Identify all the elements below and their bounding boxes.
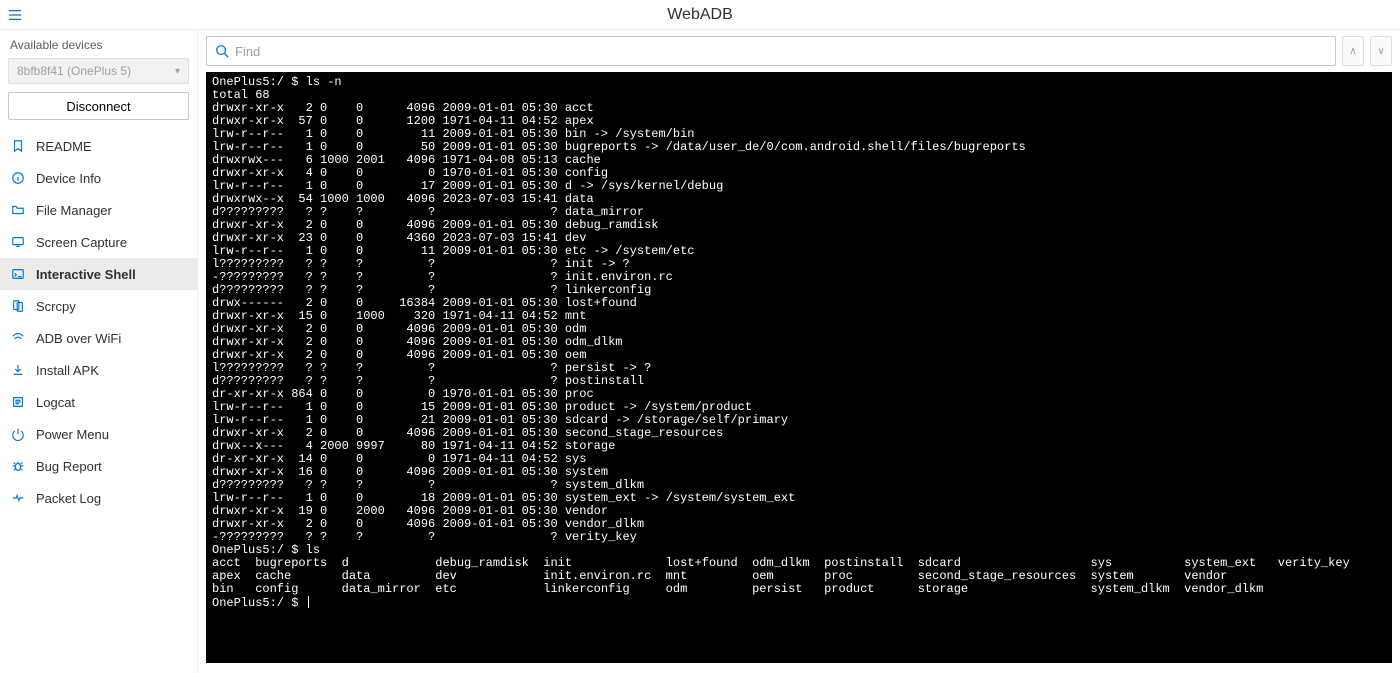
sidebar-item-adb-over-wifi[interactable]: ADB over WiFi [0,322,197,354]
sidebar-item-install-apk[interactable]: Install APK [0,354,197,386]
sidebar-item-power-menu[interactable]: Power Menu [0,418,197,450]
available-devices-label: Available devices [0,34,197,58]
search-icon [215,44,229,58]
screen-icon [10,234,26,250]
disconnect-button[interactable]: Disconnect [8,92,189,120]
sidebar-item-label: Packet Log [36,491,101,506]
sidebar-item-label: Power Menu [36,427,109,442]
terminal[interactable]: OnePlus5:/ $ ls -n total 68 drwxr-xr-x 2… [206,72,1392,663]
sidebar-nav: README Device Info File Manager Screen Capt… [0,130,197,673]
bookmark-icon [10,138,26,154]
sidebar-item-scrcpy[interactable]: Scrcpy [0,290,197,322]
find-input-wrap[interactable] [206,36,1336,66]
hamburger-menu-button[interactable] [0,0,30,30]
log-icon [10,394,26,410]
packet-icon [10,490,26,506]
sidebar-item-label: Device Info [36,171,101,186]
sidebar: Available devices 8bfb8f41 (OnePlus 5) ▾… [0,30,198,673]
topbar: WebADB [0,0,1400,30]
info-icon [10,170,26,186]
sidebar-item-logcat[interactable]: Logcat [0,386,197,418]
sidebar-item-label: ADB over WiFi [36,331,121,346]
sidebar-item-label: Bug Report [36,459,102,474]
sidebar-item-label: README [36,139,92,154]
sidebar-item-label: Logcat [36,395,75,410]
sidebar-item-screen-capture[interactable]: Screen Capture [0,226,197,258]
power-icon [10,426,26,442]
find-prev-button[interactable]: ∧ [1342,36,1364,66]
wifi-icon [10,330,26,346]
terminal-cursor [308,596,309,608]
mirror-icon [10,298,26,314]
install-icon [10,362,26,378]
device-select-value: 8bfb8f41 (OnePlus 5) [17,64,131,78]
sidebar-item-label: Scrcpy [36,299,76,314]
find-bar: ∧ ∨ [206,36,1392,66]
sidebar-item-interactive-shell[interactable]: Interactive Shell [0,258,197,290]
sidebar-item-packet-log[interactable]: Packet Log [0,482,197,514]
hamburger-icon [8,8,22,22]
app-title: WebADB [30,6,1370,24]
sidebar-item-label: File Manager [36,203,112,218]
sidebar-item-label: Interactive Shell [36,267,136,282]
find-input[interactable] [235,44,1327,59]
sidebar-item-label: Screen Capture [36,235,127,250]
sidebar-item-bug-report[interactable]: Bug Report [0,450,197,482]
sidebar-item-file-manager[interactable]: File Manager [0,194,197,226]
chevron-down-icon: ▾ [175,66,180,77]
bug-icon [10,458,26,474]
sidebar-item-device-info[interactable]: Device Info [0,162,197,194]
sidebar-item-readme[interactable]: README [0,130,197,162]
sidebar-item-label: Install APK [36,363,99,378]
shell-icon [10,266,26,282]
find-next-button[interactable]: ∨ [1370,36,1392,66]
device-select[interactable]: 8bfb8f41 (OnePlus 5) ▾ [8,58,189,84]
main-panel: ∧ ∨ OnePlus5:/ $ ls -n total 68 drwxr-xr… [198,30,1400,673]
folder-icon [10,202,26,218]
